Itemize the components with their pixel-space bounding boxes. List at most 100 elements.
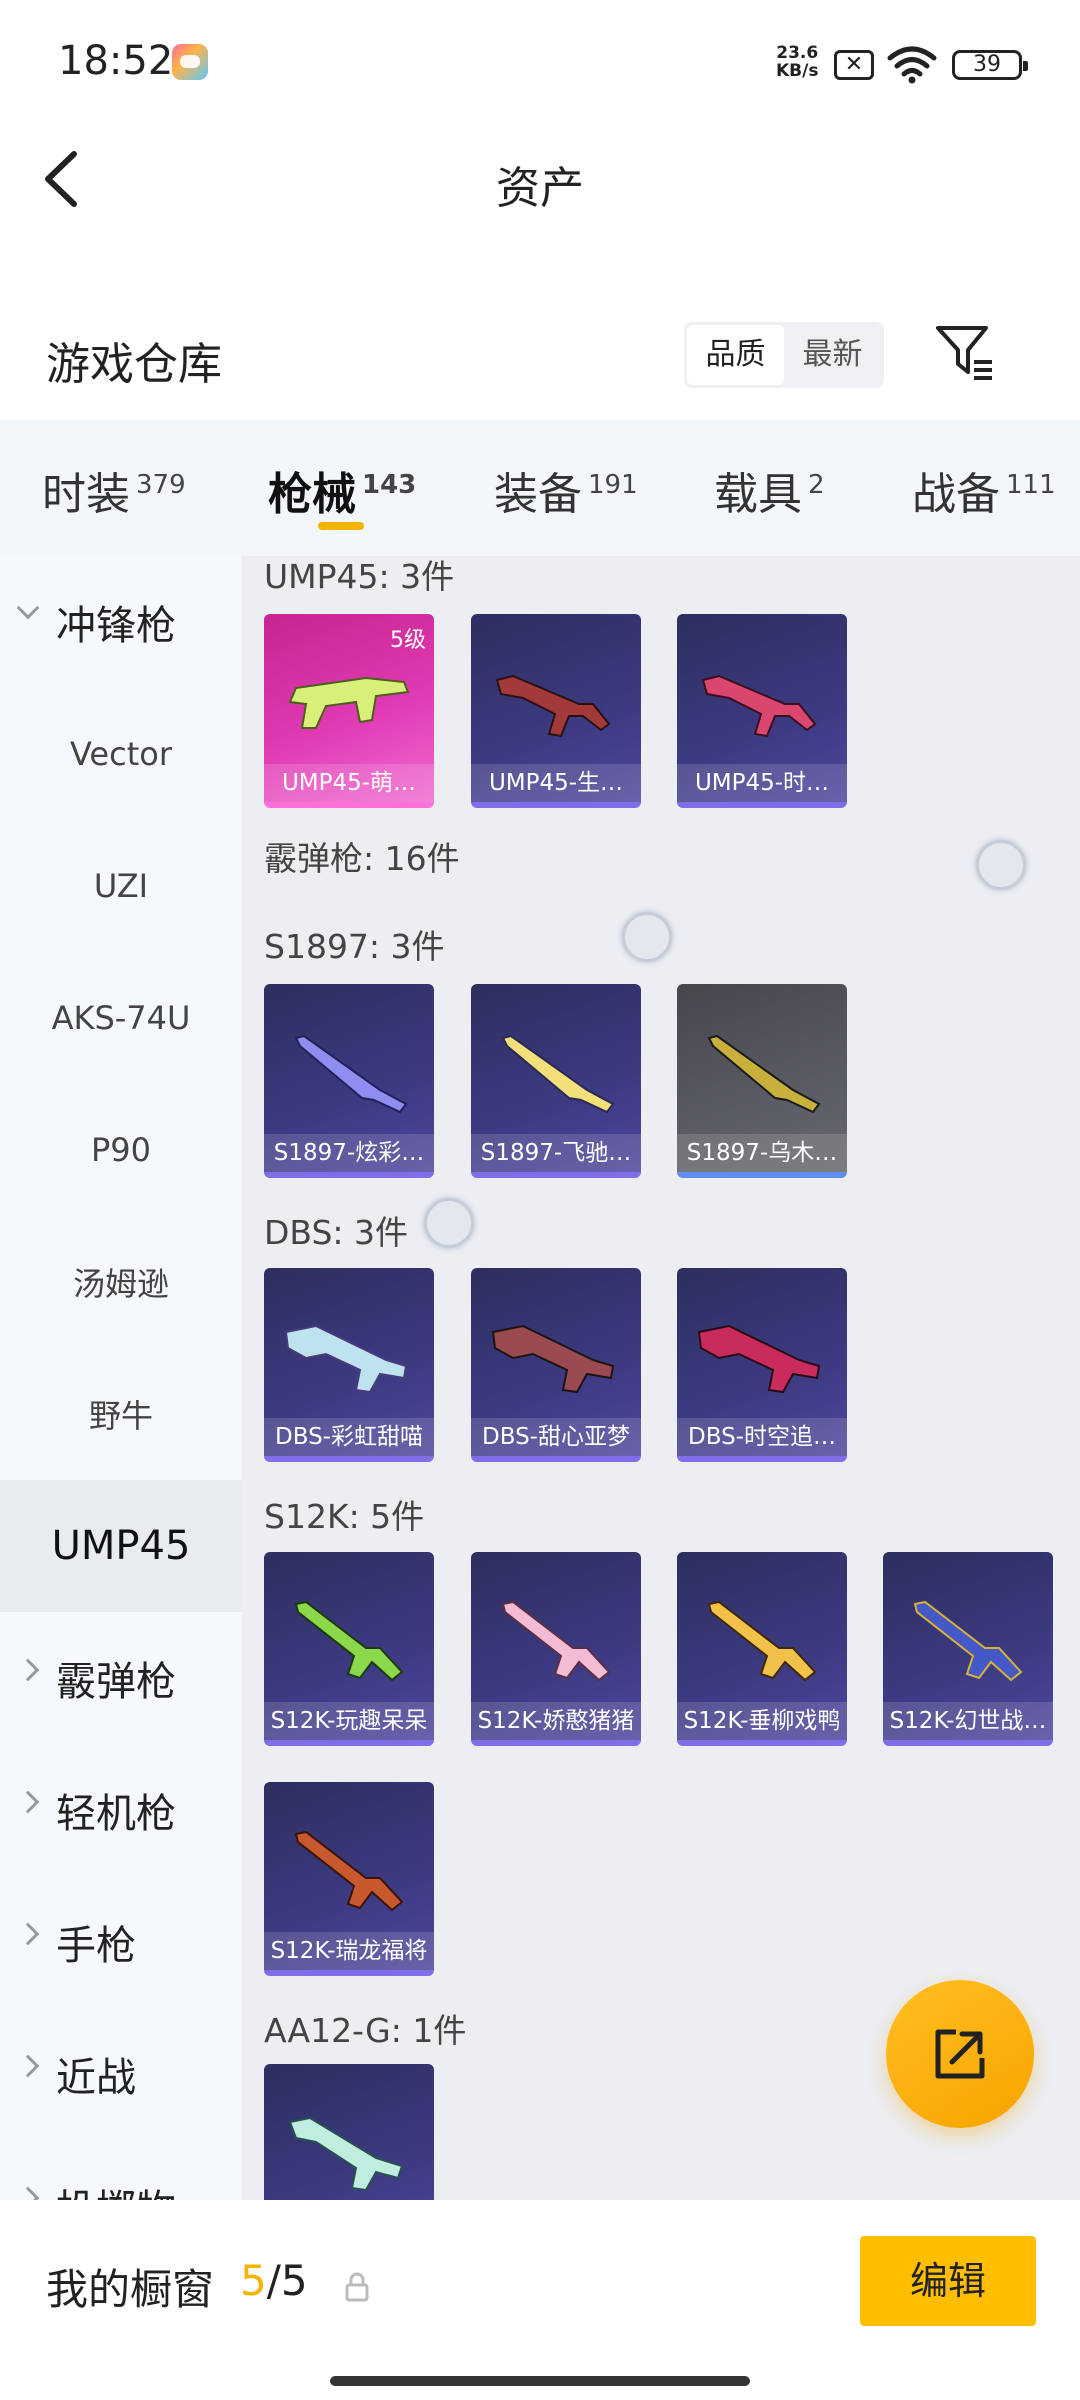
sidebar-item-label: UMP45: [51, 1523, 191, 1569]
no-sim-icon: ✕: [834, 50, 874, 80]
wifi-icon: [887, 46, 937, 84]
network-speed: 23.6 KB/s: [776, 44, 818, 80]
network-speed-value: 23.6: [776, 43, 819, 63]
item-card[interactable]: S12K-玩趣呆呆: [264, 1552, 434, 1746]
shotgun-skin-icon: [501, 1600, 611, 1682]
shotgun-skin-icon: [913, 1600, 1023, 1682]
loading-indicator: [976, 840, 1026, 890]
tab-label: 战备: [912, 469, 1000, 520]
sidebar-item-label: Vector: [70, 735, 172, 773]
tab-label: 载具: [714, 469, 802, 520]
sort-option-quality[interactable]: 品质: [687, 325, 784, 385]
sidebar-item-melee[interactable]: 近战: [0, 2008, 242, 2140]
status-bar: 18:52 23.6 KB/s ✕ 39: [0, 0, 1080, 120]
item-card[interactable]: UMP45-生…: [471, 614, 641, 808]
weapon-type-sidebar: 冲锋枪 Vector UZI AKS-74U P90 汤姆逊 野牛 UMP45 …: [0, 556, 242, 2200]
sidebar-item-throwable[interactable]: 投掷物: [0, 2140, 242, 2200]
loading-indicator: [424, 1198, 474, 1248]
shotgun-skin-icon: [501, 1034, 615, 1114]
sidebar-item-label: 手枪: [56, 1923, 136, 1969]
sidebar-item-label: P90: [90, 1131, 151, 1169]
item-name: S12K-幻世战…: [883, 1702, 1053, 1740]
filter-icon[interactable]: [934, 322, 996, 384]
item-name: UMP45-生…: [471, 764, 641, 802]
shotgun-skin-icon: [294, 1830, 404, 1912]
tab-vehicles[interactable]: 载具 2: [714, 458, 825, 522]
item-name: S12K-玩趣呆呆: [264, 1702, 434, 1740]
tab-supplies[interactable]: 战备 111: [912, 458, 1056, 522]
category-tabs: 时装 379 枪械 143 装备 191 载具 2 战备 111: [0, 420, 1080, 556]
item-name: S12K-娇憨猪猪: [471, 1702, 641, 1740]
item-name: DBS-彩虹甜喵: [264, 1418, 434, 1456]
item-name: UMP45-时…: [677, 764, 847, 802]
item-card[interactable]: [264, 2064, 434, 2200]
sidebar-item-bizon[interactable]: 野牛: [0, 1348, 242, 1480]
game-app-icon: [172, 44, 208, 80]
sidebar-item-smg[interactable]: 冲锋枪: [0, 556, 242, 688]
showcase-count: 5/5: [240, 2256, 308, 2305]
tab-equipment[interactable]: 装备 191: [494, 458, 638, 522]
item-card[interactable]: S12K-幻世战…: [883, 1552, 1053, 1746]
group-title-s1897: S1897: 3件: [264, 927, 445, 966]
sidebar-item-ump45[interactable]: UMP45: [0, 1480, 242, 1612]
tab-label: 枪械: [268, 469, 356, 520]
home-indicator[interactable]: [330, 2376, 750, 2386]
item-card[interactable]: DBS-时空追…: [677, 1268, 847, 1462]
chevron-right-icon: [16, 1658, 40, 1682]
item-name: UMP45-萌…: [264, 764, 434, 802]
chevron-right-icon: [16, 1922, 40, 1946]
sidebar-item-lmg[interactable]: 轻机枪: [0, 1744, 242, 1876]
share-button[interactable]: [886, 1980, 1034, 2128]
item-card[interactable]: S12K-瑞龙福将: [264, 1782, 434, 1976]
chevron-down-icon: [16, 596, 40, 620]
sidebar-item-aks74u[interactable]: AKS-74U: [0, 952, 242, 1084]
tab-count: 379: [136, 470, 186, 501]
item-name: S1897-飞驰…: [471, 1134, 641, 1172]
tab-firearms[interactable]: 枪械 143: [268, 458, 416, 522]
group-title-aa12g: AA12-G: 1件: [264, 2011, 467, 2050]
item-name: S1897-乌木…: [677, 1134, 847, 1172]
item-name: S12K-瑞龙福将: [264, 1932, 434, 1970]
sidebar-item-label: 轻机枪: [56, 1791, 176, 1837]
external-link-icon: [935, 2029, 985, 2079]
bottom-bar: 我的橱窗 5/5 编辑: [0, 2200, 1080, 2400]
edit-button[interactable]: 编辑: [860, 2236, 1036, 2326]
group-title-s12k: S12K: 5件: [264, 1497, 425, 1536]
sidebar-item-shotgun[interactable]: 霰弹枪: [0, 1612, 242, 1744]
item-card[interactable]: S12K-垂柳戏鸭: [677, 1552, 847, 1746]
sort-option-newest[interactable]: 最新: [784, 325, 881, 385]
sidebar-item-thompson[interactable]: 汤姆逊: [0, 1216, 242, 1348]
sidebar-item-label: 投掷物: [56, 2177, 176, 2200]
item-card[interactable]: UMP45-时…: [677, 614, 847, 808]
group-title-dbs: DBS: 3件: [264, 1213, 409, 1252]
sidebar-item-label: 近战: [56, 2055, 136, 2101]
item-card[interactable]: S1897-炫彩…: [264, 984, 434, 1178]
sidebar-item-label: 汤姆逊: [72, 1265, 169, 1303]
sort-toggle[interactable]: 品质 最新: [684, 322, 884, 388]
network-speed-unit: KB/s: [776, 61, 819, 81]
sidebar-item-pistol[interactable]: 手枪: [0, 1876, 242, 2008]
status-time: 18:52: [58, 38, 174, 84]
item-card[interactable]: S1897-飞驰…: [471, 984, 641, 1178]
shotgun-skin-icon: [284, 1324, 408, 1394]
item-name: S12K-垂柳戏鸭: [677, 1702, 847, 1740]
item-name: DBS-甜心亚梦: [471, 1418, 641, 1456]
item-card[interactable]: S1897-乌木…: [677, 984, 847, 1178]
item-card[interactable]: DBS-彩虹甜喵: [264, 1268, 434, 1462]
item-name: DBS-时空追…: [677, 1418, 847, 1456]
sidebar-item-uzi[interactable]: UZI: [0, 820, 242, 952]
sidebar-item-label: 霰弹枪: [56, 1659, 176, 1705]
sidebar-item-p90[interactable]: P90: [0, 1084, 242, 1216]
tab-count: 111: [1006, 470, 1056, 501]
item-card[interactable]: DBS-甜心亚梦: [471, 1268, 641, 1462]
tab-costume[interactable]: 时装 379: [42, 458, 186, 522]
chevron-right-icon: [16, 2054, 40, 2078]
sidebar-item-vector[interactable]: Vector: [0, 688, 242, 820]
group-title-ump45: UMP45: 3件: [264, 557, 455, 596]
tab-label: 时装: [42, 469, 130, 520]
tier-badge: 5级: [390, 628, 426, 653]
shotgun-skin-icon: [294, 1034, 408, 1114]
smg-skin-icon: [288, 676, 410, 729]
item-card[interactable]: 5级 UMP45-萌…: [264, 614, 434, 808]
item-card[interactable]: S12K-娇憨猪猪: [471, 1552, 641, 1746]
